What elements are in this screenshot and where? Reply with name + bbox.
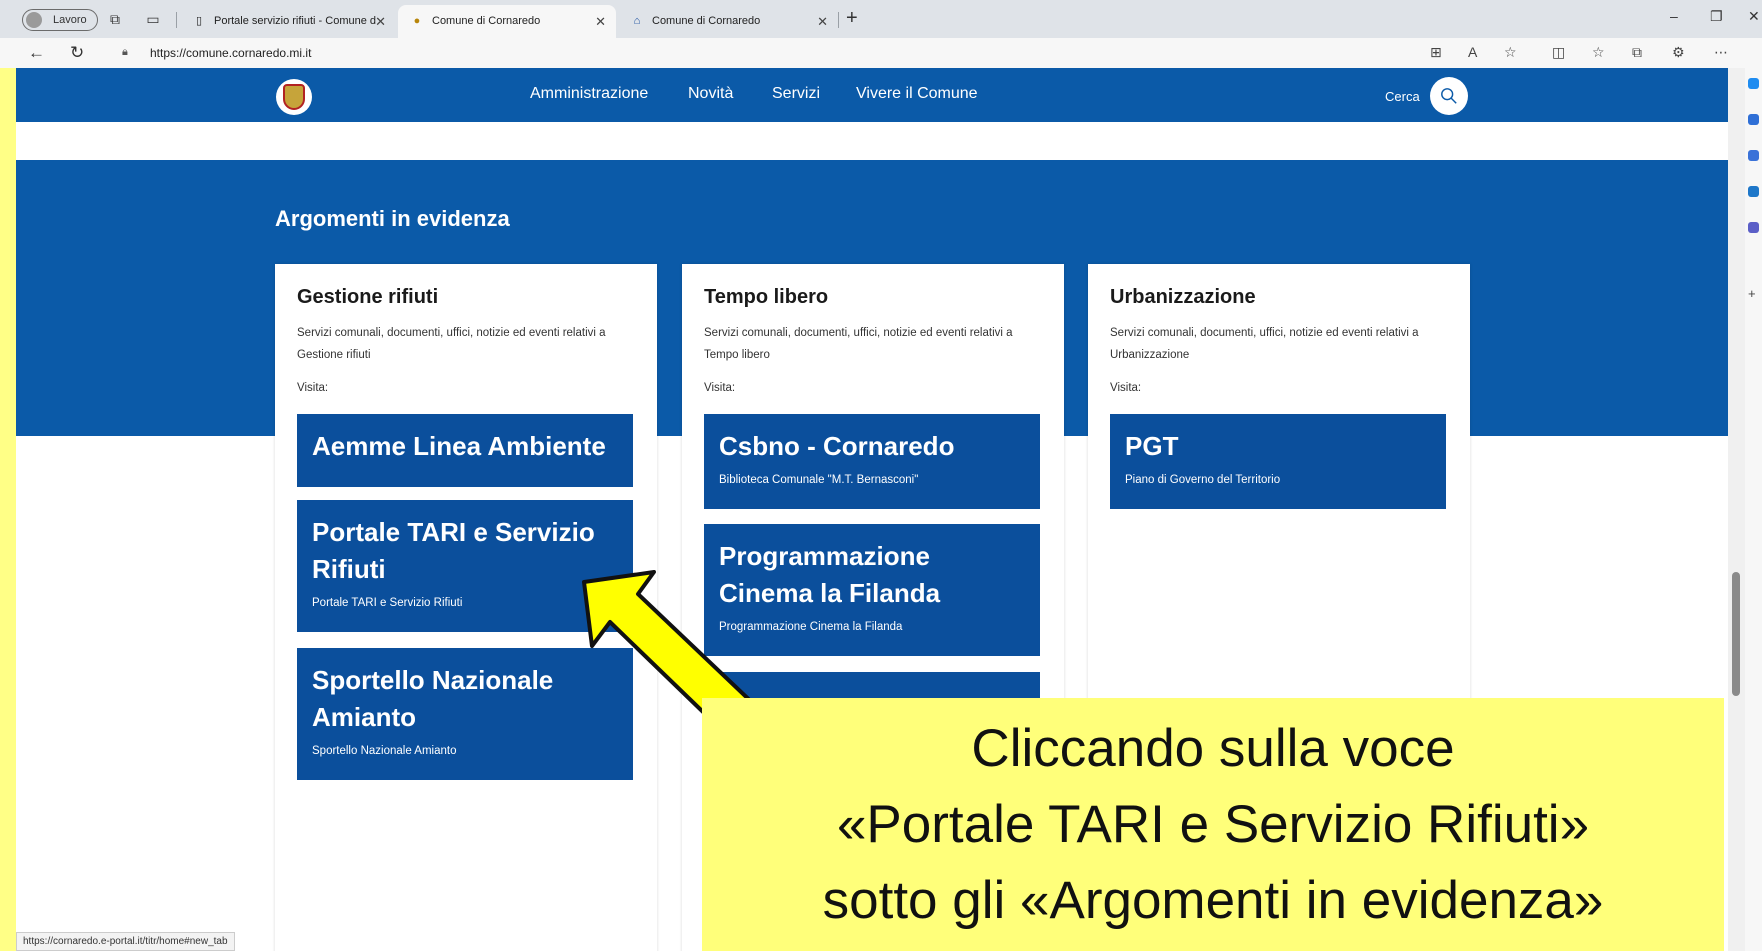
crest-icon: ●: [413, 14, 421, 27]
link-subtitle: Sportello Nazionale Amianto: [312, 745, 457, 757]
page-scrollbar[interactable]: [1728, 68, 1745, 951]
card-visit-label: Visita:: [704, 382, 736, 394]
menu-novita[interactable]: Novità: [688, 85, 733, 103]
crest-icon: [283, 84, 305, 110]
card-visit-label: Visita:: [1110, 382, 1142, 394]
favorite-star-icon[interactable]: ☆: [1504, 44, 1517, 61]
card-title[interactable]: Gestione rifiuti: [297, 286, 438, 309]
close-window-icon[interactable]: ✕: [1748, 8, 1760, 25]
card-description: Servizi comunali, documenti, uffici, not…: [1110, 327, 1419, 361]
search-label[interactable]: Cerca: [1385, 89, 1420, 104]
extensions-icon[interactable]: ⚙: [1672, 44, 1685, 61]
slide-background-strip: [0, 0, 16, 951]
lock-icon[interactable]: 🔒︎: [122, 46, 128, 59]
card-visit-label: Visita:: [297, 382, 329, 394]
restore-icon[interactable]: ❐: [1710, 8, 1723, 25]
section-title: Argomenti in evidenza: [275, 206, 510, 231]
search-button[interactable]: [1430, 77, 1468, 115]
close-tab-icon[interactable]: ✕: [595, 5, 606, 38]
card-title[interactable]: Tempo libero: [704, 286, 828, 309]
profile-button[interactable]: Lavoro: [22, 9, 98, 31]
link-title: Aemme Linea Ambiente: [312, 431, 606, 461]
tab-actions-icon[interactable]: ▭: [144, 10, 162, 28]
browser-address-bar: ← ↻ 🔒︎ https://comune.cornaredo.mi.it ⊞ …: [0, 38, 1762, 68]
link-aemme-linea-ambiente[interactable]: Aemme Linea Ambiente: [297, 414, 633, 487]
teams-icon[interactable]: [1748, 222, 1759, 233]
tab-comune-cornaredo[interactable]: ⌂ Comune di Cornaredo ✕: [618, 5, 838, 38]
status-bar-url: https://cornaredo.e-portal.it/titr/home#…: [16, 932, 235, 951]
tab-title: Portale servizio rifiuti - Comune d: [214, 15, 377, 27]
close-tab-icon[interactable]: ✕: [375, 5, 386, 38]
new-tab-plus-icon[interactable]: +: [846, 7, 858, 30]
comune-logo[interactable]: [276, 79, 312, 115]
profile-avatar-icon: [26, 12, 42, 28]
more-menu-icon[interactable]: ⋯: [1714, 44, 1728, 61]
menu-amministrazione[interactable]: Amministrazione: [530, 85, 648, 103]
close-tab-icon[interactable]: ✕: [817, 5, 828, 38]
url-field[interactable]: https://comune.cornaredo.mi.it: [150, 46, 311, 60]
callout-line: «Portale TARI e Servizio Rifiuti»: [836, 794, 1590, 854]
tab-title: Comune di Cornaredo: [432, 15, 541, 27]
back-arrow-icon[interactable]: ←: [28, 43, 45, 63]
menu-servizi[interactable]: Servizi: [772, 85, 820, 103]
tab-portale-rifiuti[interactable]: ▯ Portale servizio rifiuti - Comune d ✕: [180, 5, 396, 38]
search-icon: [1441, 88, 1457, 104]
outlook-icon[interactable]: [1748, 186, 1759, 197]
collections-icon[interactable]: ⧉: [1632, 44, 1642, 61]
link-subtitle: Piano di Governo del Territorio: [1125, 474, 1281, 486]
shopping-icon[interactable]: [1748, 114, 1759, 125]
tab-separator: [176, 12, 177, 28]
link-csbno-cornaredo[interactable]: Csbno - Cornaredo Biblioteca Comunale "M…: [704, 414, 1040, 509]
page-icon: ▯: [195, 14, 203, 27]
minimize-icon[interactable]: –: [1670, 8, 1678, 24]
link-title: Csbno - Cornaredo: [719, 431, 955, 461]
callout-annotation: Cliccando sulla voce «Portale TARI e Ser…: [702, 698, 1724, 951]
link-pgt[interactable]: PGT Piano di Governo del Territorio: [1110, 414, 1446, 509]
workspaces-icon[interactable]: ⧉: [106, 10, 124, 28]
menu-vivere-il-comune[interactable]: Vivere il Comune: [856, 85, 978, 103]
tab-comune-cornaredo-active[interactable]: ● Comune di Cornaredo ✕: [398, 5, 616, 38]
tools-icon[interactable]: [1748, 150, 1759, 161]
translate-icon[interactable]: ⊞: [1430, 44, 1442, 61]
split-screen-icon[interactable]: ◫: [1552, 44, 1565, 61]
copilot-icon[interactable]: [1748, 78, 1759, 89]
callout-line: sotto gli «Argomenti in evidenza»: [822, 870, 1604, 930]
tab-separator: [838, 12, 839, 28]
site-header: Amministrazione Novità Servizi Vivere il…: [16, 68, 1728, 122]
card-description: Servizi comunali, documenti, uffici, not…: [704, 327, 1013, 361]
building-icon: ⌂: [633, 14, 641, 27]
favorites-icon[interactable]: ☆: [1592, 44, 1605, 61]
link-subtitle: Biblioteca Comunale "M.T. Bernasconi": [719, 474, 919, 486]
scrollbar-thumb[interactable]: [1732, 572, 1740, 696]
card-title[interactable]: Urbanizzazione: [1110, 286, 1256, 309]
edge-sidebar: +: [1745, 68, 1762, 951]
card-description: Servizi comunali, documenti, uffici, not…: [297, 327, 606, 361]
link-title: PGT: [1125, 431, 1179, 461]
profile-label: Lavoro: [53, 14, 87, 26]
callout-line: Cliccando sulla voce: [971, 718, 1455, 778]
read-aloud-icon[interactable]: A: [1468, 44, 1477, 60]
add-sidebar-icon[interactable]: +: [1748, 287, 1759, 300]
tab-title: Comune di Cornaredo: [652, 15, 761, 27]
reload-icon[interactable]: ↻: [70, 43, 84, 63]
browser-tab-bar: Lavoro ⧉ ▭ ▯ Portale servizio rifiuti - …: [0, 0, 1762, 38]
